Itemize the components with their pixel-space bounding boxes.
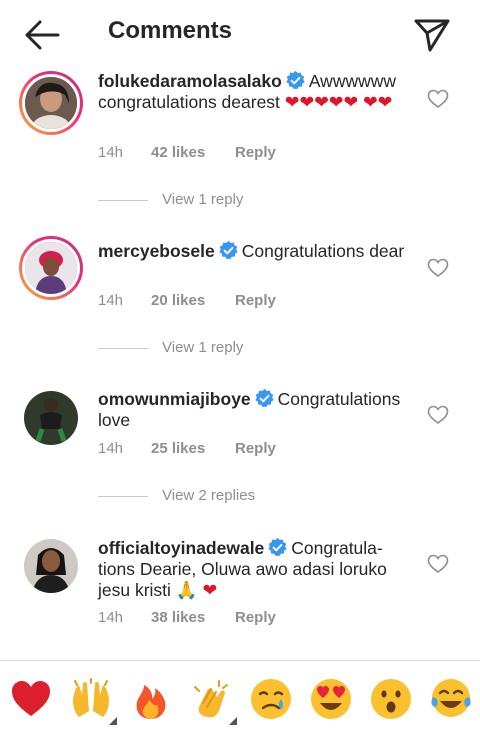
comment-time: 14h <box>98 440 124 457</box>
arrow-left-icon <box>25 20 60 50</box>
comment-username[interactable]: omowunmiajiboye <box>98 389 251 409</box>
like-button[interactable] <box>427 554 449 574</box>
paper-plane-icon <box>414 19 450 52</box>
verified-badge-icon <box>254 388 274 408</box>
verified-badge-icon <box>219 240 238 260</box>
surprised-face-icon[interactable] <box>369 677 413 721</box>
heart-emojis: ❤❤❤❤❤ <box>284 92 359 112</box>
divider-line <box>98 200 148 201</box>
page-title: Comments <box>108 17 233 44</box>
view-replies-button[interactable]: View 2 replies <box>98 487 298 507</box>
comment-text: Congratulations dear <box>241 241 405 261</box>
skin-tone-indicator <box>109 717 117 725</box>
like-button[interactable] <box>427 89 449 109</box>
heart-emoji: ❤ <box>202 580 218 600</box>
tears-of-joy-face-icon[interactable] <box>429 677 473 721</box>
heart-emojis: ❤❤ <box>363 92 393 112</box>
heart-outline-icon <box>427 554 449 573</box>
clapping-hands-icon[interactable] <box>189 677 233 721</box>
comment-username[interactable]: mercyebosele <box>98 241 215 261</box>
comment-username[interactable]: folukedaramolasalako <box>98 71 282 91</box>
praying-hands-emoji: 🙏 <box>175 580 198 600</box>
view-replies-button[interactable]: View 1 reply <box>98 191 298 211</box>
reply-button[interactable]: Reply <box>235 440 276 457</box>
avatar[interactable] <box>19 236 83 300</box>
header-bar: Comments <box>0 0 480 68</box>
avatar[interactable] <box>24 391 78 445</box>
reply-button[interactable]: Reply <box>235 609 276 626</box>
divider-line <box>98 348 148 349</box>
avatar[interactable] <box>24 539 78 593</box>
avatar[interactable] <box>19 71 83 135</box>
comment-body: mercyebosele Congratulations dear <box>98 240 410 262</box>
skin-tone-indicator <box>229 717 237 725</box>
comment-time: 14h <box>98 609 124 626</box>
comment-body: omowunmiajiboye Congratulations love <box>98 388 410 431</box>
likes-count[interactable]: 38 likes <box>151 609 205 626</box>
like-button[interactable] <box>427 258 449 278</box>
comment-username[interactable]: officialtoyinadewale <box>98 538 264 558</box>
view-replies-label: View 2 replies <box>162 487 256 504</box>
reply-button[interactable]: Reply <box>235 144 276 161</box>
comments-feed[interactable]: folukedaramolasalako Awwwwww congratulati… <box>0 68 480 660</box>
likes-count[interactable]: 42 likes <box>151 144 205 161</box>
reply-button[interactable]: Reply <box>235 292 276 309</box>
raising-hands-icon[interactable] <box>69 677 113 721</box>
comment-body: folukedaramolasalako Awwwwww congratulati… <box>98 70 410 113</box>
view-replies-button[interactable]: View 1 reply <box>98 339 298 359</box>
heart-outline-icon <box>427 89 449 108</box>
heart-outline-icon <box>427 258 449 277</box>
back-button[interactable] <box>22 18 62 52</box>
comment-time: 14h <box>98 292 124 309</box>
heart-eyes-face-icon[interactable] <box>309 677 353 721</box>
like-button[interactable] <box>427 405 449 425</box>
view-replies-label: View 1 reply <box>162 191 244 208</box>
emoji-reaction-bar <box>0 660 480 735</box>
divider-line <box>98 496 148 497</box>
share-button[interactable] <box>412 16 452 54</box>
verified-badge-icon <box>268 537 287 557</box>
likes-count[interactable]: 20 likes <box>151 292 205 309</box>
view-replies-label: View 1 reply <box>162 339 244 356</box>
fire-icon[interactable] <box>129 677 173 721</box>
comment-time: 14h <box>98 144 124 161</box>
comment-body: officialtoyinadewale Congratula-tions Dea… <box>98 537 410 601</box>
crying-face-icon[interactable] <box>249 677 293 721</box>
red-heart-icon[interactable] <box>9 677 53 721</box>
likes-count[interactable]: 25 likes <box>151 440 205 457</box>
verified-badge-icon <box>286 70 305 90</box>
heart-outline-icon <box>427 405 449 424</box>
